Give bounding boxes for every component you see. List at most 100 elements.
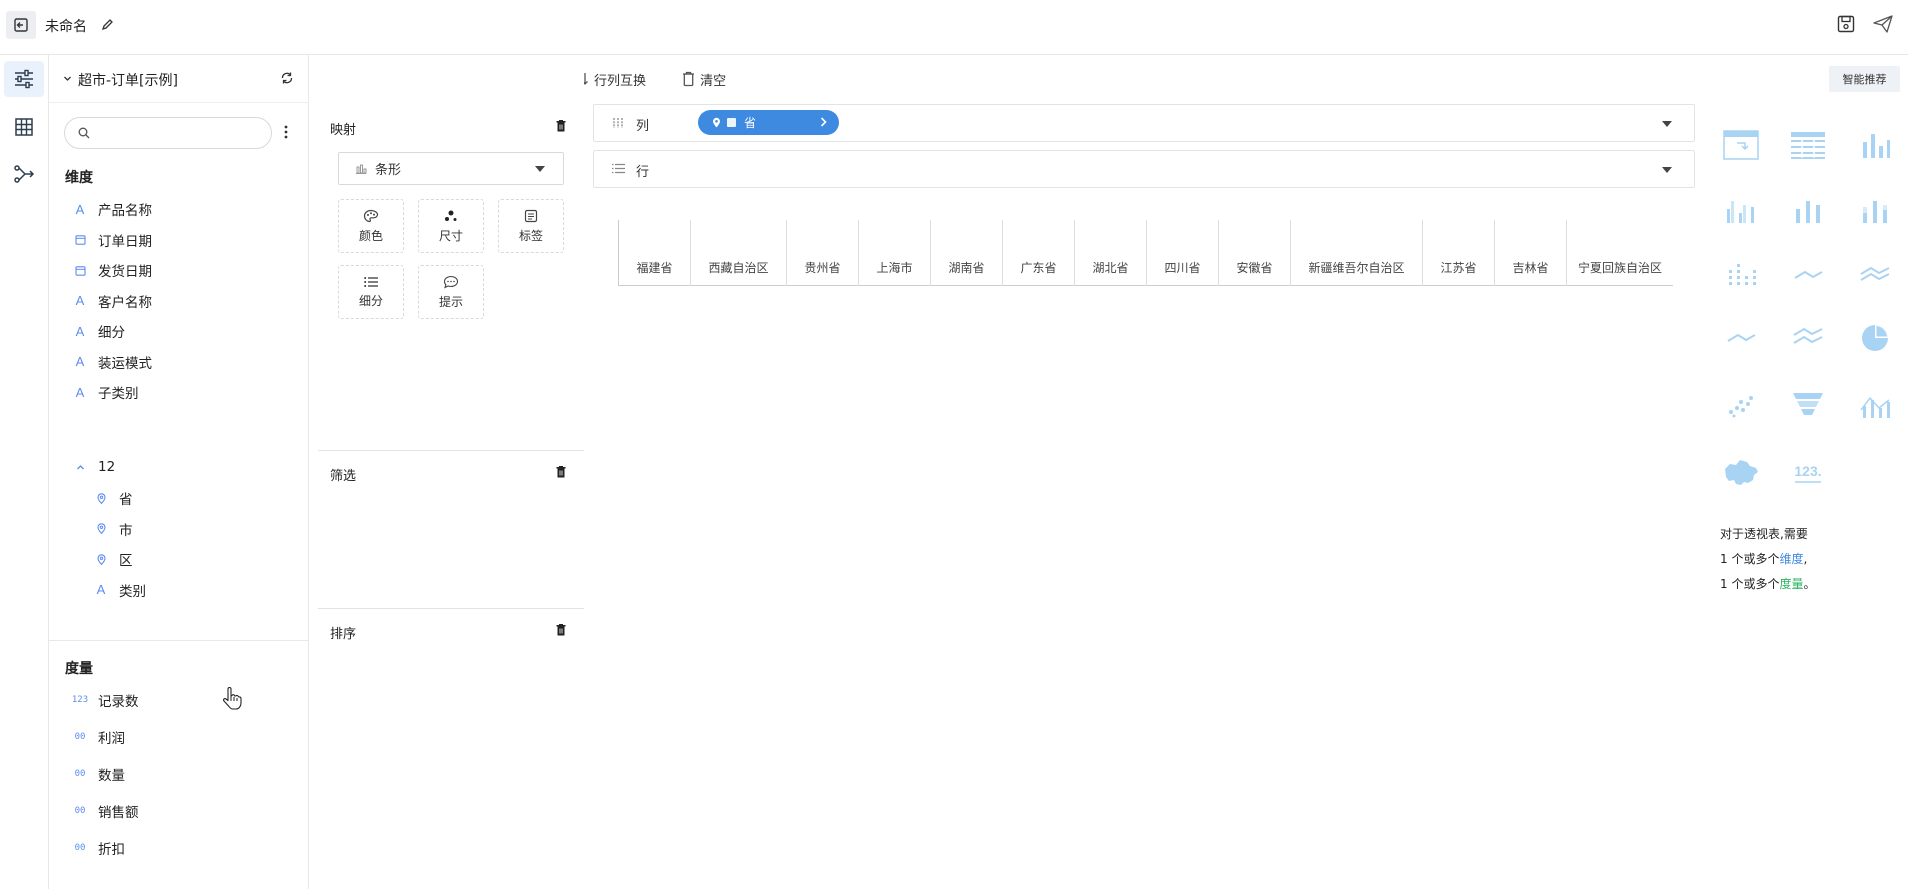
trash-icon (683, 71, 695, 87)
rows-shelf[interactable]: 行 (593, 150, 1695, 188)
column-header-cell: 广东省 (1003, 220, 1075, 286)
slot-size[interactable]: 尺寸 (418, 199, 484, 253)
measure-item[interactable]: 123 记录数 (49, 684, 308, 716)
text-type-icon: A (75, 384, 85, 400)
chat-bubble-icon (443, 275, 459, 289)
pivot-table-chart-icon[interactable] (1716, 125, 1766, 165)
dimension-item[interactable]: A 子类别 (49, 376, 308, 408)
column-chart-icon[interactable] (1783, 190, 1833, 230)
dimension-item[interactable]: A 类别 (49, 574, 308, 606)
dimension-item[interactable]: A 产品名称 (49, 193, 308, 225)
pie-chart-icon[interactable] (1850, 318, 1900, 358)
exit-icon (14, 18, 28, 32)
column-header-cell: 四川省 (1147, 220, 1219, 286)
list-icon (364, 276, 378, 287)
bar-chart-icon[interactable] (1850, 125, 1900, 165)
slot-label[interactable]: 标签 (498, 199, 564, 253)
map-chart-icon[interactable] (1716, 452, 1766, 492)
column-pill-province[interactable]: 省 (698, 110, 839, 135)
rail-item-config[interactable] (4, 61, 44, 97)
multi-line-chart-icon[interactable] (1850, 255, 1900, 295)
field-label: 类别 (119, 583, 146, 600)
calendar-icon (72, 234, 88, 245)
dimension-item[interactable]: 市 (49, 513, 308, 545)
pencil-icon[interactable] (101, 18, 114, 31)
slot-tooltip[interactable]: 提示 (418, 265, 484, 319)
measure-item[interactable]: 00 数量 (49, 758, 308, 790)
sort-title: 排序 (330, 627, 357, 642)
field-label: 数量 (98, 768, 125, 784)
location-icon (93, 492, 109, 504)
number-type-icon: 00 (74, 806, 86, 816)
field-label: 利润 (98, 731, 125, 747)
hint-suffix: 。 (1803, 577, 1816, 591)
column-header-cell: 安徽省 (1219, 220, 1291, 286)
rail-item-table[interactable] (4, 109, 44, 145)
mapping-title: 映射 (330, 123, 357, 138)
chevron-right-icon[interactable] (820, 117, 827, 127)
caret-down-icon[interactable] (1662, 121, 1672, 127)
columns-shelf[interactable]: 列 省 (593, 104, 1695, 142)
dot-column-chart-icon[interactable] (1716, 255, 1766, 295)
slot-label-label: 标签 (518, 228, 543, 243)
field-label: 订单日期 (98, 233, 152, 250)
field-label: 区 (119, 553, 133, 569)
tab-clear[interactable]: 清空 (670, 64, 736, 94)
dimension-item[interactable]: A 细分 (49, 315, 308, 347)
line-chart-icon[interactable] (1783, 255, 1833, 295)
measures-title: 度量 (65, 661, 93, 677)
number-type-icon: 123 (71, 695, 89, 705)
trash-icon[interactable] (556, 120, 566, 132)
combo-chart-icon[interactable] (1850, 385, 1900, 425)
column-header-cell: 福建省 (619, 220, 691, 286)
filter-title: 筛选 (330, 469, 357, 484)
column-pill-label: 省 (744, 116, 757, 130)
more-vertical-icon[interactable] (284, 125, 288, 139)
measure-item[interactable]: 00 销售额 (49, 795, 308, 827)
scatter-chart-icon[interactable] (1716, 385, 1766, 425)
dimension-item[interactable]: A 客户名称 (49, 285, 308, 317)
measure-item[interactable]: 00 利润 (49, 721, 308, 753)
number-chart-icon[interactable]: 123. (1783, 452, 1833, 492)
back-button[interactable] (6, 11, 36, 39)
dimension-item[interactable]: 发货日期 (49, 254, 308, 286)
dimension-item[interactable]: 订单日期 (49, 224, 308, 256)
stacked-area-chart-icon[interactable] (1783, 318, 1833, 358)
measure-item[interactable]: 00 折扣 (49, 832, 308, 864)
size-dots-icon (445, 210, 457, 221)
dimension-item[interactable]: 省 (49, 482, 308, 514)
datasource-selector[interactable]: 超市-订单[示例] (49, 55, 309, 103)
publish-icon[interactable] (1872, 14, 1894, 34)
save-icon[interactable] (1836, 14, 1856, 34)
field-label: 记录数 (98, 694, 139, 710)
rail-item-flow[interactable] (4, 156, 44, 192)
slot-detail[interactable]: 细分 (338, 265, 404, 319)
grouped-bar-chart-icon[interactable] (1716, 190, 1766, 230)
caret-down-icon (535, 166, 545, 172)
field-label: 子类别 (98, 386, 139, 402)
chart-type-select[interactable]: 条形 (338, 152, 564, 185)
field-group-12[interactable]: 12 (49, 451, 308, 483)
calendar-icon (72, 265, 88, 276)
refresh-icon[interactable] (280, 71, 294, 85)
trash-icon[interactable] (556, 466, 566, 478)
dimension-item[interactable]: A 装运模式 (49, 346, 308, 378)
chevron-down-icon (63, 74, 72, 83)
funnel-chart-icon[interactable] (1783, 385, 1833, 425)
dimension-item[interactable]: 区 (49, 543, 308, 575)
field-label: 折扣 (98, 842, 125, 858)
trash-icon[interactable] (556, 624, 566, 636)
column-header-cell: 贵州省 (787, 220, 859, 286)
field-label: 产品名称 (98, 203, 152, 219)
caret-down-icon[interactable] (1662, 167, 1672, 173)
location-icon (93, 553, 109, 565)
slot-color[interactable]: 颜色 (338, 199, 404, 253)
area-chart-icon[interactable] (1716, 318, 1766, 358)
field-search-input[interactable] (95, 122, 265, 144)
stacked-column-chart-icon[interactable] (1850, 190, 1900, 230)
text-type-icon: A (75, 323, 85, 339)
text-type-icon: A (75, 293, 85, 308)
column-header-cell: 江苏省 (1423, 220, 1495, 286)
table-chart-icon[interactable] (1783, 125, 1833, 165)
smart-recommend-button[interactable]: 智能推荐 (1829, 66, 1900, 92)
